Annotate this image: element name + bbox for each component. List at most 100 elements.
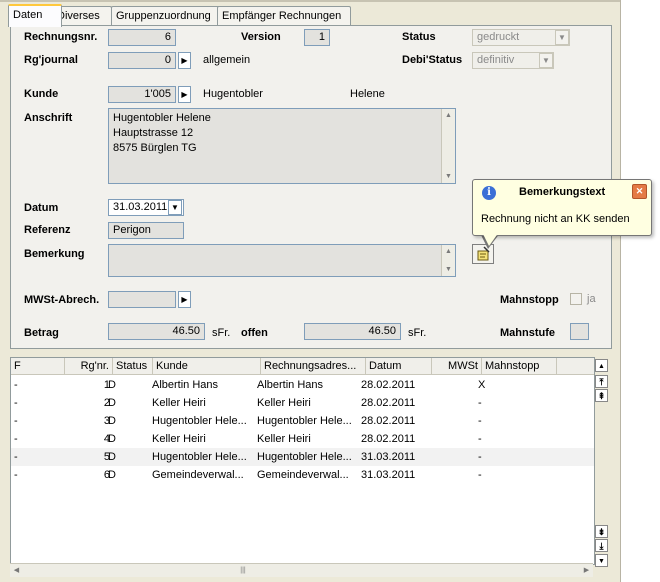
top-border: [0, 0, 620, 2]
cell-mahnstopp: -: [478, 469, 482, 481]
cell-rechnungsadresse: Hugentobler Hele...: [257, 451, 352, 463]
cell-datum: 28.02.2011: [361, 433, 416, 445]
rgjournal-label: Rg'journal: [24, 54, 78, 66]
anschrift-scrollbar[interactable]: ▲ ▼: [441, 109, 455, 183]
tab-gruppenzuordnung[interactable]: Gruppenzuordnung: [111, 6, 220, 25]
tab-daten[interactable]: Daten: [8, 4, 62, 27]
cell-kunde: Keller Heiri: [152, 397, 206, 409]
cell-f: -: [14, 433, 18, 445]
anschrift-line-1: Hugentobler Helene: [113, 112, 211, 124]
cell-rechnungsadresse: Gemeindeverwal...: [257, 469, 349, 481]
kunde-label: Kunde: [24, 88, 59, 100]
scroll-thumb-grip-icon[interactable]: |||: [236, 566, 250, 575]
offen-field[interactable]: 46.50: [304, 323, 401, 340]
page-bottom-icon[interactable]: ⤓: [595, 539, 608, 552]
anschrift-line-2: Hauptstrasse 12: [113, 127, 194, 139]
cell-kunde: Hugentobler Hele...: [152, 451, 247, 463]
betrag-currency: sFr.: [212, 327, 231, 339]
mahnstufe-field[interactable]: [570, 323, 589, 340]
table-row[interactable]: - 2 D Keller Heiri Keller Heiri 28.02.20…: [11, 394, 594, 412]
bemerkung-textarea[interactable]: ▲ ▼: [108, 244, 456, 277]
col-rgnr[interactable]: Rg'nr.: [65, 358, 113, 374]
cell-status: D: [108, 397, 116, 409]
cell-f: -: [14, 379, 18, 391]
scroll-down-icon[interactable]: ▼: [442, 170, 455, 183]
tab-empfaenger-rechnungen[interactable]: Empfänger Rechnungen: [217, 6, 351, 25]
col-status[interactable]: Status: [113, 358, 153, 374]
cell-f: -: [14, 397, 18, 409]
cell-rechnungsadresse: Hugentobler Hele...: [257, 415, 352, 427]
cell-status: D: [108, 433, 116, 445]
cell-f: -: [14, 415, 18, 427]
info-icon: i: [482, 186, 496, 200]
table-row[interactable]: - 4 D Keller Heiri Keller Heiri 28.02.20…: [11, 430, 594, 448]
cell-status: D: [108, 451, 116, 463]
scroll-up-small-icon[interactable]: ▲: [595, 359, 608, 372]
scroll-up-icon[interactable]: ▲: [442, 109, 455, 122]
cell-datum: 28.02.2011: [361, 397, 416, 409]
datum-dropdown-icon[interactable]: ▼: [168, 200, 182, 215]
bemerkung-tooltip: i Bemerkungstext ✕ Rechnung nicht an KK …: [472, 179, 652, 236]
page-down-icon[interactable]: ⇟: [595, 525, 608, 538]
tooltip-title: Bemerkungstext: [519, 186, 606, 198]
col-datum[interactable]: Datum: [366, 358, 432, 374]
col-mahnstopp[interactable]: Mahnstopp: [482, 358, 557, 374]
cell-mahnstopp: -: [478, 397, 482, 409]
table-row[interactable]: - 1 D Albertin Hans Albertin Hans 28.02.…: [11, 376, 594, 394]
version-field[interactable]: 1: [304, 29, 330, 46]
mwst-lookup-button[interactable]: ▶: [178, 291, 191, 308]
mahnstopp-check-label: ja: [587, 293, 596, 305]
col-kunde[interactable]: Kunde: [153, 358, 261, 374]
anschrift-textarea[interactable]: Hugentobler Helene Hauptstrasse 12 8575 …: [108, 108, 456, 184]
status-dropdown-icon[interactable]: ▼: [555, 30, 569, 45]
kunde-lookup-button[interactable]: ▶: [178, 86, 191, 103]
cell-rechnungsadresse: Albertin Hans: [257, 379, 324, 391]
cell-mahnstopp: X: [478, 379, 486, 391]
datum-label: Datum: [24, 202, 59, 214]
table-row[interactable]: - 3 D Hugentobler Hele... Hugentobler He…: [11, 412, 594, 430]
cell-datum: 31.03.2011: [361, 469, 416, 481]
rechnungsnr-label: Rechnungsnr.: [24, 31, 98, 43]
scroll-right-icon[interactable]: ▶: [581, 565, 592, 576]
table-nav-buttons: ▲ ⤒ ⇞ ⇟ ⤓ ▼: [594, 357, 610, 567]
kunde-name: Hugentobler: [203, 88, 263, 100]
debistatus-label: Debi'Status: [402, 54, 463, 66]
table-hscrollbar[interactable]: ◀ ||| ▶: [10, 563, 593, 577]
table-row[interactable]: - 5 D Hugentobler Hele... Hugentobler He…: [11, 448, 594, 466]
rgjournal-text: allgemein: [203, 54, 251, 66]
offen-label: offen: [241, 327, 268, 339]
mwst-field[interactable]: [108, 291, 176, 308]
scroll-down-small-icon[interactable]: ▼: [595, 554, 608, 567]
rgjournal-lookup-button[interactable]: ▶: [178, 52, 191, 69]
betrag-field[interactable]: 46.50: [108, 323, 205, 340]
kunde-field[interactable]: 1'005: [108, 86, 176, 103]
scroll-down-icon[interactable]: ▼: [442, 263, 455, 276]
cell-datum: 28.02.2011: [361, 379, 416, 391]
debistatus-dropdown-icon[interactable]: ▼: [539, 53, 553, 68]
close-icon[interactable]: ✕: [632, 184, 647, 199]
mahnstopp-checkbox[interactable]: [570, 293, 582, 305]
cell-mahnstopp: -: [478, 415, 482, 427]
offen-currency: sFr.: [408, 327, 427, 339]
tooltip-tail-fill: [482, 232, 499, 246]
page-top-icon[interactable]: ⤒: [595, 375, 608, 388]
scroll-up-icon[interactable]: ▲: [442, 245, 455, 258]
scroll-left-icon[interactable]: ◀: [11, 565, 22, 576]
mahnstufe-label: Mahnstufe: [500, 327, 555, 339]
rechnungsnr-field[interactable]: 6: [108, 29, 176, 46]
bemerkung-scrollbar[interactable]: ▲ ▼: [441, 245, 455, 276]
referenz-field[interactable]: Perigon: [108, 222, 184, 239]
col-mwst[interactable]: MWSt: [432, 358, 482, 374]
table-row[interactable]: - 6 D Gemeindeverwal... Gemeindeverwal..…: [11, 466, 594, 484]
cell-rechnungsadresse: Keller Heiri: [257, 397, 311, 409]
cell-f: -: [14, 451, 18, 463]
col-rechnungsadresse[interactable]: Rechnungsadres...: [261, 358, 366, 374]
cell-kunde: Keller Heiri: [152, 433, 206, 445]
anschrift-line-3: 8575 Bürglen TG: [113, 142, 197, 154]
rgjournal-field[interactable]: 0: [108, 52, 176, 69]
cell-mahnstopp: -: [478, 433, 482, 445]
page-up-icon[interactable]: ⇞: [595, 389, 608, 402]
betrag-label: Betrag: [24, 327, 59, 339]
cell-datum: 31.03.2011: [361, 451, 416, 463]
col-f[interactable]: F: [11, 358, 65, 374]
